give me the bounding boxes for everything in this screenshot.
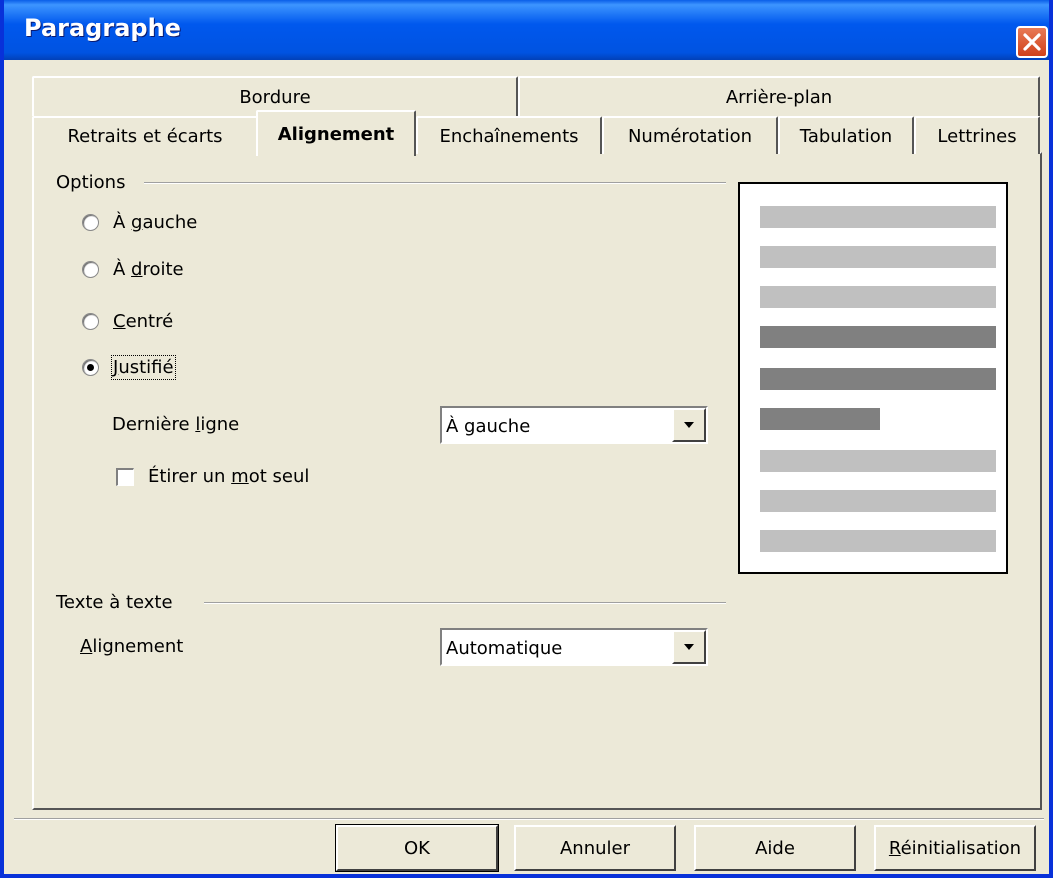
options-separator (144, 182, 726, 184)
stretch-word-checkbox-row[interactable]: Étirer un mot seul (116, 466, 309, 487)
tab-label: Alignement (277, 123, 395, 145)
text-alignment-select[interactable]: Automatique (440, 628, 708, 666)
last-line-value: À gauche (446, 416, 531, 437)
options-group-label: Options (56, 172, 126, 193)
preview-line (760, 408, 880, 430)
close-button[interactable] (1016, 26, 1048, 58)
ok-label: OK (404, 837, 430, 859)
stretch-word-label: Étirer un mot seul (148, 466, 310, 487)
preview-line (760, 286, 996, 308)
preview-line (760, 368, 996, 390)
radio-label: À gauche (113, 212, 198, 233)
tab-enchainements[interactable]: Enchaînements (416, 116, 602, 154)
tab-label: Arrière-plan (725, 86, 833, 108)
footer-separator (14, 818, 1044, 820)
tab-lettrines[interactable]: Lettrines (914, 116, 1040, 154)
cancel-label: Annuler (559, 837, 630, 859)
dropdown-button[interactable] (672, 630, 706, 664)
tab-label: Retraits et écarts (67, 125, 223, 147)
preview-line (760, 326, 996, 348)
preview-line (760, 206, 996, 228)
tab-label: Numérotation (627, 125, 753, 147)
radio-justify[interactable]: Justifié (82, 355, 176, 380)
radio-label: À droite (113, 259, 184, 280)
alignment-preview (738, 182, 1008, 574)
cancel-button[interactable]: Annuler (514, 825, 676, 871)
preview-line (760, 490, 996, 512)
radio-left[interactable]: À gauche (82, 212, 197, 233)
radio-button[interactable] (82, 261, 99, 278)
alignment-label: Alignement (80, 636, 184, 657)
close-icon (1023, 33, 1041, 51)
text-alignment-value: Automatique (446, 638, 563, 659)
ok-button[interactable]: OK (335, 824, 499, 872)
tab-label: Bordure (239, 86, 311, 108)
text-to-text-separator (204, 602, 726, 604)
tab-arriere-plan[interactable]: Arrière-plan (518, 76, 1040, 116)
chevron-down-icon (684, 644, 694, 650)
radio-button[interactable] (82, 359, 99, 376)
preview-line (760, 530, 996, 552)
radio-label: Justifié (111, 355, 176, 380)
tab-alignement[interactable]: Alignement (256, 110, 416, 156)
tab-label: Lettrines (937, 125, 1017, 147)
radio-label: Centré (113, 311, 174, 332)
title-bar[interactable]: Paragraphe (4, 0, 1049, 60)
chevron-down-icon (684, 422, 694, 428)
preview-line (760, 246, 996, 268)
radio-button[interactable] (82, 313, 99, 330)
radio-right[interactable]: À droite (82, 259, 184, 280)
radio-dot (87, 364, 94, 371)
text-to-text-group-label: Texte à texte (56, 592, 173, 613)
tab-tabulation[interactable]: Tabulation (778, 116, 914, 154)
dropdown-button[interactable] (672, 408, 706, 442)
tab-retraits-ecarts[interactable]: Retraits et écarts (32, 116, 258, 154)
preview-line (760, 450, 996, 472)
reset-label: Réinitialisation (888, 837, 1022, 859)
radio-center[interactable]: Centré (82, 311, 173, 332)
radio-button[interactable] (82, 214, 99, 231)
window-title: Paragraphe (24, 14, 181, 42)
tab-label: Tabulation (799, 125, 893, 147)
last-line-label: Dernière ligne (112, 414, 240, 435)
tab-label: Enchaînements (439, 125, 579, 147)
last-line-select[interactable]: À gauche (440, 406, 708, 444)
stretch-word-checkbox[interactable] (116, 467, 134, 486)
help-label: Aide (755, 837, 795, 859)
help-button[interactable]: Aide (694, 825, 856, 871)
reset-button[interactable]: Réinitialisation (874, 825, 1036, 871)
tab-numerotation[interactable]: Numérotation (602, 116, 778, 154)
paragraph-dialog: Paragraphe Bordure Arrière-plan Retraits… (0, 0, 1053, 878)
